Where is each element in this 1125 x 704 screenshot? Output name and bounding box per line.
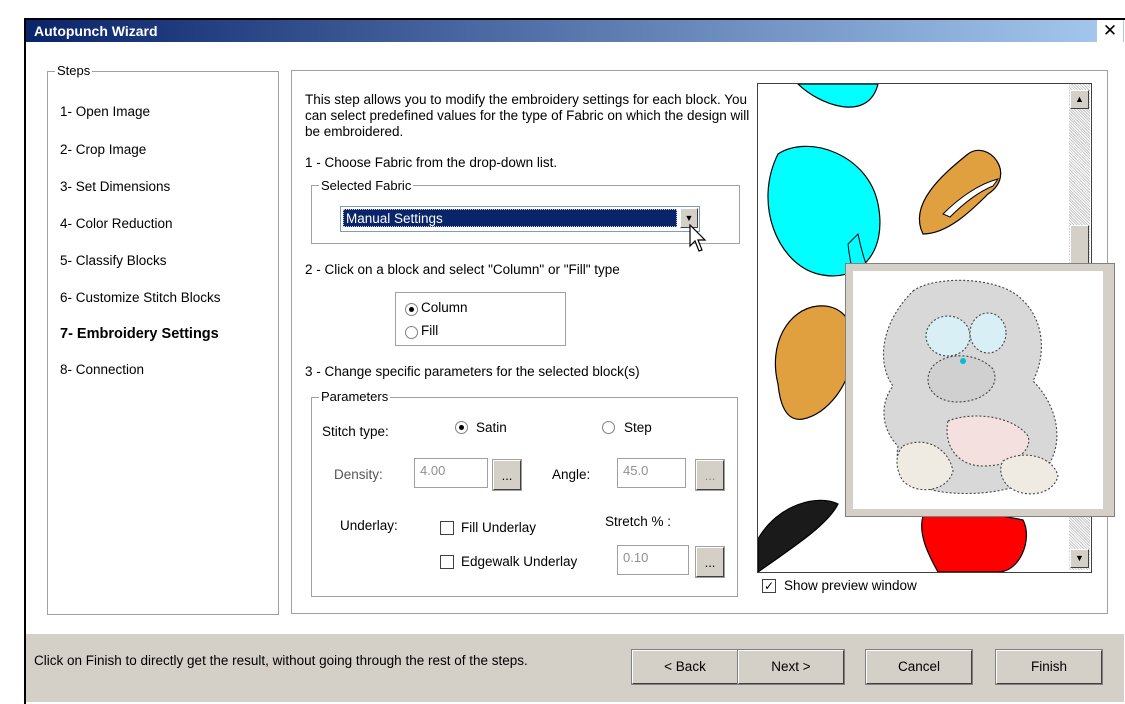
preview-window[interactable] bbox=[845, 263, 1115, 517]
step-customize-stitch-blocks: 6- Customize Stitch Blocks bbox=[60, 290, 221, 305]
stretch-browse-button[interactable]: ... bbox=[695, 546, 725, 578]
show-preview-label: Show preview window bbox=[784, 578, 917, 593]
step-classify-blocks: 5- Classify Blocks bbox=[60, 253, 167, 268]
back-button[interactable]: < Back bbox=[631, 649, 739, 685]
mouse-cursor-icon bbox=[689, 224, 707, 252]
finish-button[interactable]: Finish bbox=[995, 649, 1103, 685]
stitch-preview-image bbox=[882, 279, 1059, 495]
title-bar bbox=[26, 20, 1124, 42]
density-label: Density: bbox=[334, 467, 383, 482]
intro-text: This step allows you to modify the embro… bbox=[305, 92, 750, 139]
parameters-legend: Parameters bbox=[319, 389, 391, 404]
step-open-image: 1- Open Image bbox=[60, 104, 151, 119]
underlay-label: Underlay: bbox=[340, 518, 398, 533]
edgewalk-underlay-label: Edgewalk Underlay bbox=[461, 554, 578, 569]
step-label: Step bbox=[624, 420, 652, 435]
satin-radio[interactable] bbox=[455, 421, 468, 434]
close-icon[interactable]: ✕ bbox=[1097, 20, 1123, 42]
column-radio[interactable] bbox=[405, 303, 418, 316]
fill-label: Fill bbox=[421, 323, 439, 338]
angle-input[interactable]: 45.0 bbox=[617, 458, 686, 488]
steps-legend: Steps bbox=[55, 63, 93, 78]
preview-window-canvas bbox=[853, 271, 1103, 509]
next-button[interactable]: Next > bbox=[737, 649, 845, 685]
fill-radio[interactable] bbox=[405, 326, 418, 339]
footer-hint: Click on Finish to directly get the resu… bbox=[34, 653, 528, 668]
step-set-dimensions: 3- Set Dimensions bbox=[60, 179, 171, 194]
density-input[interactable]: 4.00 bbox=[414, 458, 488, 488]
stretch-input[interactable]: 0.10 bbox=[617, 545, 689, 575]
chevron-down-icon[interactable]: ▼ bbox=[1070, 549, 1089, 568]
step2-instruction: 2 - Click on a block and select "Column"… bbox=[305, 262, 620, 277]
stitch-type-label: Stitch type: bbox=[322, 424, 389, 439]
fill-underlay-checkbox[interactable] bbox=[440, 521, 454, 535]
angle-browse-button[interactable]: ... bbox=[695, 459, 725, 491]
stretch-label: Stretch % : bbox=[605, 514, 672, 529]
fabric-dropdown[interactable]: Manual Settings ▼ bbox=[340, 206, 700, 232]
edgewalk-underlay-checkbox[interactable] bbox=[440, 555, 454, 569]
fill-underlay-label: Fill Underlay bbox=[461, 520, 537, 535]
cancel-button[interactable]: Cancel bbox=[865, 649, 973, 685]
step-embroidery-settings: 7- Embroidery Settings bbox=[60, 326, 219, 342]
step1-instruction: 1 - Choose Fabric from the drop-down lis… bbox=[305, 155, 558, 170]
angle-label: Angle: bbox=[552, 467, 591, 482]
step-color-reduction: 4- Color Reduction bbox=[60, 216, 173, 231]
step-connection: 8- Connection bbox=[60, 362, 145, 377]
window-title: Autopunch Wizard bbox=[34, 23, 158, 39]
scrollbar-thumb[interactable] bbox=[1070, 225, 1089, 265]
satin-label: Satin bbox=[476, 420, 507, 435]
column-label: Column bbox=[421, 300, 468, 315]
show-preview-checkbox[interactable]: ✓ bbox=[762, 579, 776, 593]
step3-instruction: 3 - Change specific parameters for the s… bbox=[305, 364, 640, 379]
fabric-selected-value: Manual Settings bbox=[343, 209, 677, 227]
fabric-legend: Selected Fabric bbox=[319, 178, 414, 193]
chevron-up-icon[interactable]: ▲ bbox=[1070, 90, 1089, 109]
step-crop-image: 2- Crop Image bbox=[60, 142, 147, 157]
step-radio[interactable] bbox=[602, 421, 615, 434]
density-browse-button[interactable]: ... bbox=[492, 459, 522, 491]
